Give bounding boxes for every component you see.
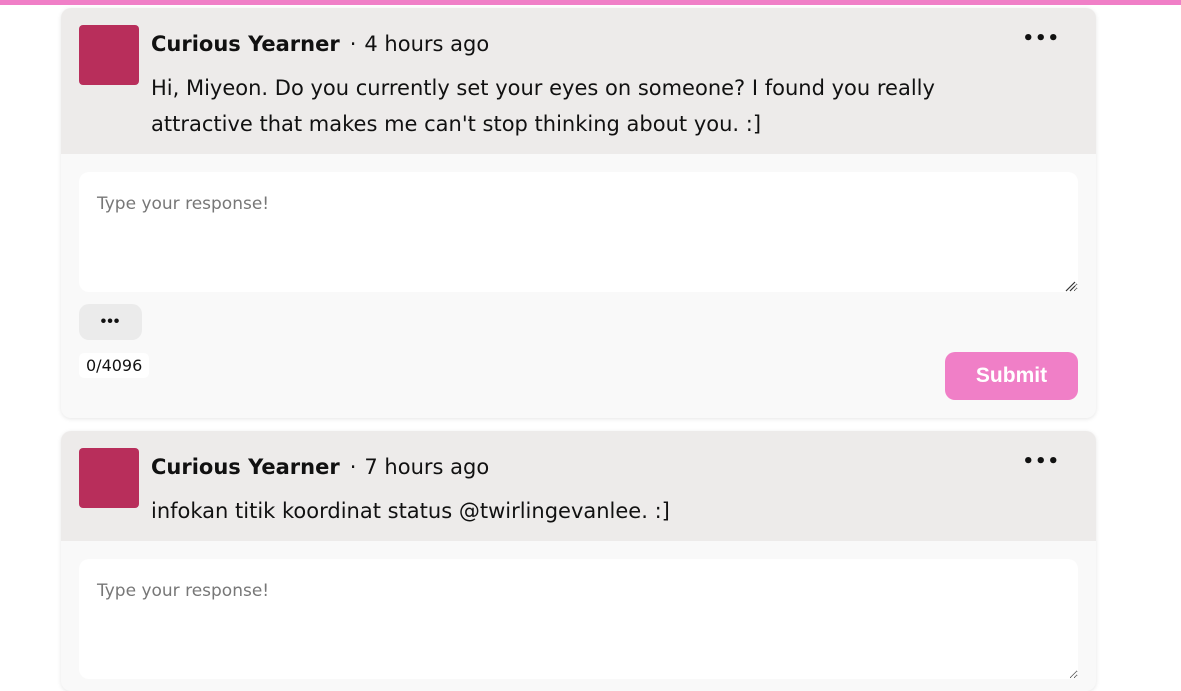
question-card: Curious Yearner · 7 hours ago ••• infokan … <box>61 431 1096 691</box>
avatar <box>79 448 139 508</box>
question-text: Hi, Miyeon. Do you currently set your ey… <box>151 76 935 136</box>
question-card: Curious Yearner · 4 hours ago ••• Hi, Miye… <box>61 8 1096 418</box>
author-name: Curious Yearner <box>151 32 340 56</box>
meta-separator: · <box>349 455 357 479</box>
question-header: Curious Yearner · 7 hours ago ••• infokan … <box>61 431 1096 541</box>
response-options-button[interactable]: ••• <box>79 304 142 340</box>
more-options-icon[interactable]: ••• <box>1022 28 1060 49</box>
avatar <box>79 25 139 85</box>
response-input[interactable] <box>79 172 1078 292</box>
resize-grip-icon[interactable] <box>1064 280 1076 292</box>
timestamp: 4 hours ago <box>364 32 490 56</box>
response-input[interactable] <box>79 559 1078 679</box>
more-options-icon[interactable]: ••• <box>1022 451 1060 472</box>
timestamp: 7 hours ago <box>364 455 490 479</box>
question-header: Curious Yearner · 4 hours ago ••• Hi, Miye… <box>61 8 1096 154</box>
character-counter: 0/4096 <box>79 353 150 378</box>
question-meta: Curious Yearner · 4 hours ago <box>151 32 489 56</box>
submit-button[interactable]: Submit <box>945 352 1078 400</box>
meta-separator: · <box>349 32 357 56</box>
author-name: Curious Yearner <box>151 455 340 479</box>
top-accent-bar <box>0 0 1181 5</box>
question-meta: Curious Yearner · 7 hours ago <box>151 455 489 479</box>
question-text: infokan titik koordinat status @twirling… <box>151 499 670 523</box>
